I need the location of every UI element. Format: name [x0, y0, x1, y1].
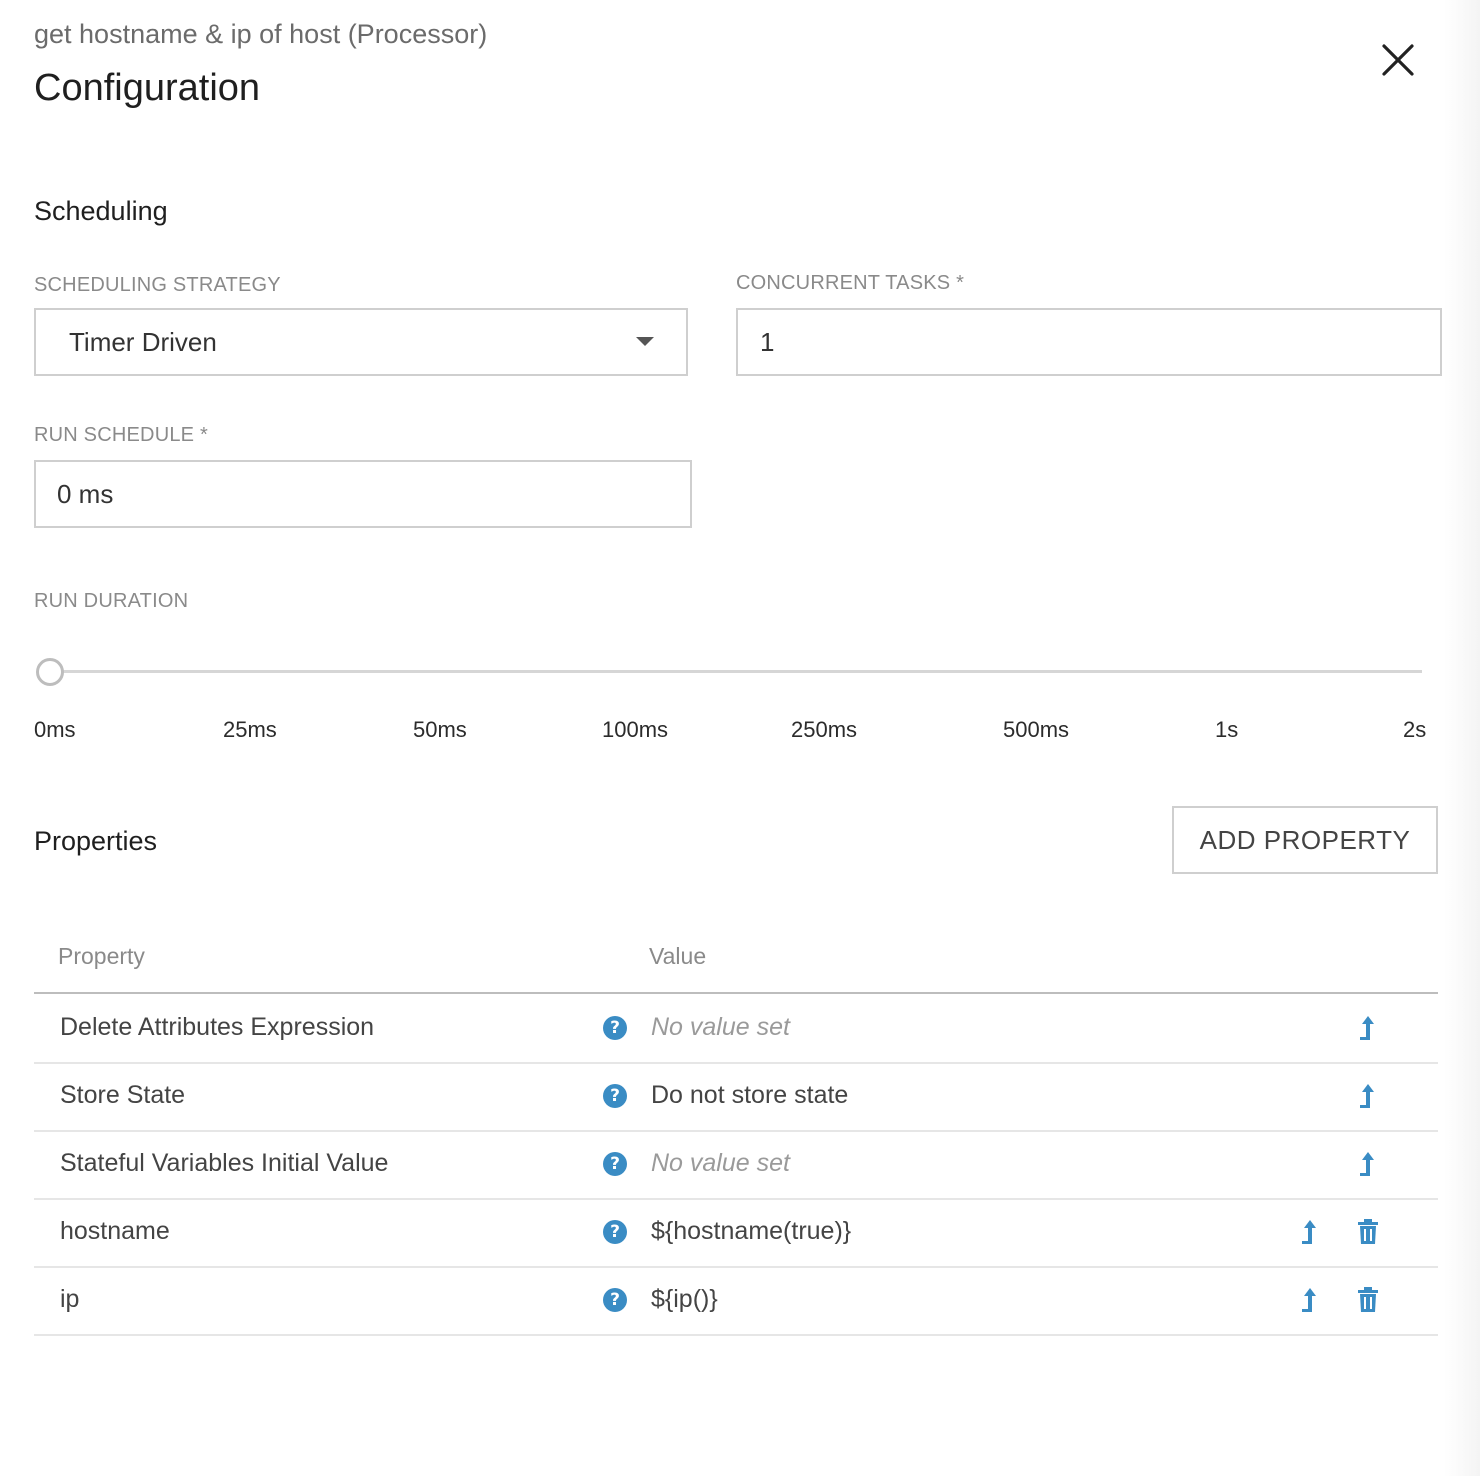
table-row: Store State ? Do not store state	[34, 1062, 1438, 1132]
run-duration-slider-thumb[interactable]	[36, 658, 64, 686]
caret-down-icon	[636, 337, 654, 346]
table-row: Delete Attributes Expression ? No value …	[34, 994, 1438, 1064]
table-row: ip ? ${ip()}	[34, 1266, 1438, 1336]
trash-icon	[1358, 1287, 1378, 1312]
arrow-up-icon	[1302, 1288, 1316, 1312]
convert-to-parameter-button[interactable]	[1354, 1150, 1382, 1178]
help-icon[interactable]: ?	[603, 1084, 627, 1108]
run-duration-tick: 500ms	[1003, 717, 1070, 742]
property-name: Delete Attributes Expression	[60, 1013, 375, 1041]
run-schedule-label: RUN SCHEDULE *	[34, 424, 208, 446]
property-value[interactable]: Do not store state	[651, 1079, 848, 1111]
run-duration-tick: 25ms	[223, 717, 277, 742]
concurrent-tasks-label: CONCURRENT TASKS *	[736, 272, 965, 294]
concurrent-tasks-value: 1	[760, 326, 775, 357]
arrow-up-icon	[1360, 1016, 1374, 1040]
trash-icon	[1358, 1219, 1378, 1244]
run-schedule-input[interactable]: 0 ms	[34, 460, 692, 528]
run-duration-tick: 50ms	[413, 717, 467, 742]
add-property-button[interactable]: ADD PROPERTY	[1172, 806, 1438, 874]
table-row: Stateful Variables Initial Value ? No va…	[34, 1130, 1438, 1200]
page-title: Configuration	[34, 67, 261, 109]
run-duration-tick: 2s	[1403, 717, 1427, 742]
property-name: ip	[60, 1285, 80, 1313]
delete-property-button[interactable]	[1354, 1218, 1382, 1246]
arrow-up-icon	[1360, 1084, 1374, 1108]
convert-to-parameter-button[interactable]	[1296, 1218, 1324, 1246]
properties-table-header: Property Value	[34, 920, 1438, 994]
property-value[interactable]: ${hostname(true)}	[651, 1215, 851, 1247]
table-row: hostname ? ${hostname(true)}	[34, 1198, 1438, 1268]
run-duration-tick: 1s	[1215, 717, 1239, 742]
scheduling-strategy-label: SCHEDULING STRATEGY	[34, 274, 281, 296]
properties-heading: Properties	[34, 826, 158, 856]
concurrent-tasks-input[interactable]: 1	[736, 308, 1442, 376]
property-value[interactable]: No value set	[651, 1147, 790, 1179]
convert-to-parameter-button[interactable]	[1354, 1014, 1382, 1042]
scheduling-heading: Scheduling	[34, 196, 168, 226]
property-name: Stateful Variables Initial Value	[60, 1149, 389, 1177]
run-duration-tick: 0ms	[34, 717, 76, 742]
close-icon	[1382, 44, 1414, 76]
run-schedule-value: 0 ms	[57, 478, 114, 509]
property-name: hostname	[60, 1217, 170, 1245]
processor-subtitle: get hostname & ip of host (Processor)	[34, 19, 488, 49]
run-duration-tick: 250ms	[791, 717, 858, 742]
delete-property-button[interactable]	[1354, 1286, 1382, 1314]
run-duration-slider-track[interactable]	[50, 670, 1422, 673]
help-icon[interactable]: ?	[603, 1220, 627, 1244]
help-icon[interactable]: ?	[603, 1288, 627, 1312]
arrow-up-icon	[1302, 1220, 1316, 1244]
close-button[interactable]	[1376, 38, 1420, 82]
column-header-value: Value	[649, 943, 707, 969]
run-duration-label: RUN DURATION	[34, 590, 189, 612]
panel-edge-shade	[1444, 0, 1480, 1476]
scheduling-strategy-value: Timer Driven	[69, 326, 217, 357]
help-icon[interactable]: ?	[603, 1152, 627, 1176]
convert-to-parameter-button[interactable]	[1354, 1082, 1382, 1110]
scheduling-strategy-select[interactable]: Timer Driven	[34, 308, 688, 376]
help-icon[interactable]: ?	[603, 1016, 627, 1040]
column-header-property: Property	[58, 943, 145, 969]
convert-to-parameter-button[interactable]	[1296, 1286, 1324, 1314]
property-value[interactable]: No value set	[651, 1011, 790, 1043]
arrow-up-icon	[1360, 1152, 1374, 1176]
property-value[interactable]: ${ip()}	[651, 1283, 718, 1315]
run-duration-tick: 100ms	[602, 717, 669, 742]
property-name: Store State	[60, 1081, 186, 1109]
